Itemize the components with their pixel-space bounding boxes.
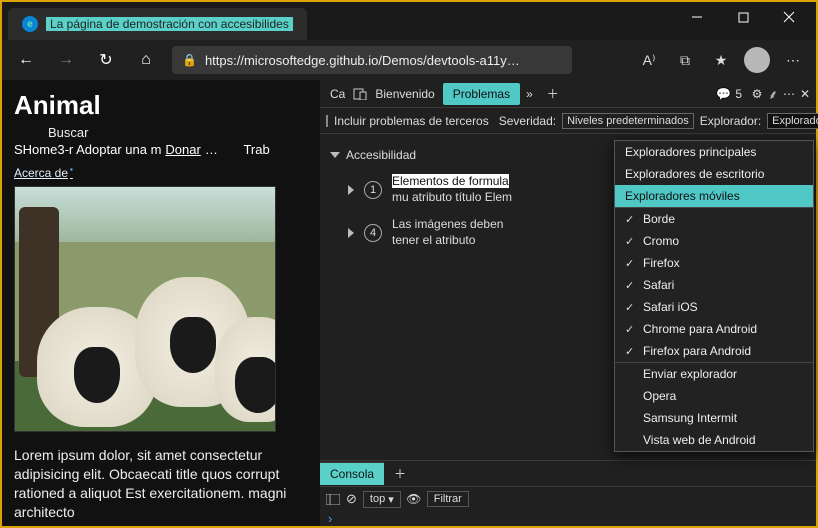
- new-tab-icon[interactable]: ＋: [539, 81, 567, 106]
- forward-button[interactable]: →: [52, 46, 80, 74]
- issue-count: 1: [364, 181, 382, 199]
- issue-text: Las imágenes deben tener el atributo: [392, 217, 532, 248]
- issue-text: Elementos de formulamu atributo título E…: [392, 174, 532, 205]
- more-icon[interactable]: ⋯: [780, 47, 806, 73]
- dropdown-item[interactable]: Enviar explorador: [615, 363, 813, 385]
- device-icon[interactable]: [353, 87, 367, 101]
- dropdown-item[interactable]: Samsung Intermit: [615, 407, 813, 429]
- nav-row-1: Buscar: [14, 125, 308, 140]
- refresh-button[interactable]: ↻: [92, 46, 120, 74]
- dropdown-item[interactable]: Exploradores de escritorio: [615, 163, 813, 185]
- address-bar[interactable]: 🔒 https://microsoftedge.github.io/Demos/…: [172, 46, 572, 74]
- read-aloud-icon[interactable]: A⁾: [636, 47, 662, 73]
- severity-select[interactable]: Niveles predeterminados: [562, 113, 694, 129]
- issue-count: 4: [364, 224, 382, 242]
- devtools-tabbar: Ca Bienvenido Problemas » ＋ 💬 5 ⚙ ⸙ ⋯ ✕: [320, 80, 816, 108]
- browser-label: Explorador:: [700, 114, 761, 128]
- close-devtools-icon[interactable]: ✕: [798, 87, 812, 101]
- window-titlebar: e La página de demostración con accesibi…: [2, 2, 816, 40]
- include-thirdparty-checkbox[interactable]: [326, 115, 328, 127]
- tab-bienvenido[interactable]: Bienvenido: [369, 83, 440, 105]
- customize-icon[interactable]: ⸙: [766, 87, 780, 101]
- nav-row-2: SHome3-r Adoptar una mDonar… Trab: [14, 142, 308, 157]
- page-title: Animal: [14, 90, 308, 121]
- clear-console-icon[interactable]: ⊘: [346, 491, 357, 507]
- back-button[interactable]: ←: [12, 46, 40, 74]
- issues-badge[interactable]: 💬 5: [710, 83, 748, 105]
- dropdown-item[interactable]: Vista web de Android: [615, 429, 813, 451]
- dropdown-item[interactable]: ✓Firefox para Android: [615, 340, 813, 362]
- tab-console[interactable]: Consola: [320, 462, 384, 485]
- console-drawer: Consola ＋ ⊘ top ▾ 👁 Filtrar ›: [320, 460, 816, 526]
- sidebar-toggle-icon[interactable]: [326, 492, 340, 506]
- live-expression-icon[interactable]: 👁: [407, 492, 421, 506]
- browser-dropdown: Exploradores principalesExploradores de …: [614, 140, 814, 452]
- about-link[interactable]: Acerca de▪: [14, 165, 73, 180]
- drawer-new-tab-icon[interactable]: ＋: [384, 461, 416, 486]
- browser-select[interactable]: Exploradores principales: [767, 113, 818, 129]
- dropdown-item[interactable]: ✓Cromo: [615, 230, 813, 252]
- context-select[interactable]: top ▾: [363, 491, 401, 508]
- issues-filter-row: Incluir problemas de terceros Severidad:…: [320, 108, 816, 134]
- dropdown-item[interactable]: Exploradores móviles: [615, 185, 813, 207]
- include-thirdparty-label: Incluir problemas de terceros: [334, 114, 489, 128]
- dropdown-item[interactable]: ✓Firefox: [615, 252, 813, 274]
- lorem-text: Lorem ipsum dolor, sit amet consectetur …: [14, 446, 308, 522]
- dropdown-item[interactable]: ✓Safari: [615, 274, 813, 296]
- favorite-icon[interactable]: ★: [708, 47, 734, 73]
- translate-icon[interactable]: ⧉: [672, 47, 698, 73]
- dropdown-item[interactable]: Exploradores principales: [615, 141, 813, 163]
- more-tabs-icon[interactable]: »: [522, 83, 537, 105]
- dropdown-item[interactable]: ✓Borde: [615, 208, 813, 230]
- chevron-right-icon: [348, 228, 354, 238]
- page-content: Animal Buscar SHome3-r Adoptar una mDona…: [2, 80, 320, 526]
- dropdown-item[interactable]: Opera: [615, 385, 813, 407]
- tab-problemas[interactable]: Problemas: [443, 83, 520, 105]
- profile-avatar[interactable]: [744, 47, 770, 73]
- hero-image: [14, 186, 276, 432]
- more-icon[interactable]: ⋯: [782, 87, 796, 101]
- chevron-down-icon: [330, 152, 340, 158]
- lock-icon: 🔒: [182, 53, 197, 67]
- toolbar: ← → ↻ ⌂ 🔒 https://microsoftedge.github.i…: [2, 40, 816, 80]
- settings-icon[interactable]: ⚙: [750, 87, 764, 101]
- tab-title: La página de demostración con accesibili…: [46, 17, 293, 31]
- home-button[interactable]: ⌂: [132, 46, 160, 74]
- console-prompt[interactable]: ›: [320, 511, 816, 526]
- accessibility-group-label: Accesibilidad: [346, 148, 416, 162]
- maximize-button[interactable]: [720, 2, 766, 32]
- close-button[interactable]: [766, 2, 812, 32]
- dropdown-item[interactable]: ✓Chrome para Android: [615, 318, 813, 340]
- chevron-right-icon: [348, 185, 354, 195]
- browser-tab[interactable]: e La página de demostración con accesibi…: [8, 8, 307, 40]
- severity-label: Severidad:: [499, 114, 556, 128]
- url-text: https://microsoftedge.github.io/Demos/de…: [205, 53, 520, 68]
- dropdown-item[interactable]: ✓Safari iOS: [615, 296, 813, 318]
- filter-input[interactable]: Filtrar: [427, 491, 469, 507]
- edge-favicon: e: [22, 16, 38, 32]
- inspect-label: Ca: [324, 83, 351, 105]
- minimize-button[interactable]: [674, 2, 720, 32]
